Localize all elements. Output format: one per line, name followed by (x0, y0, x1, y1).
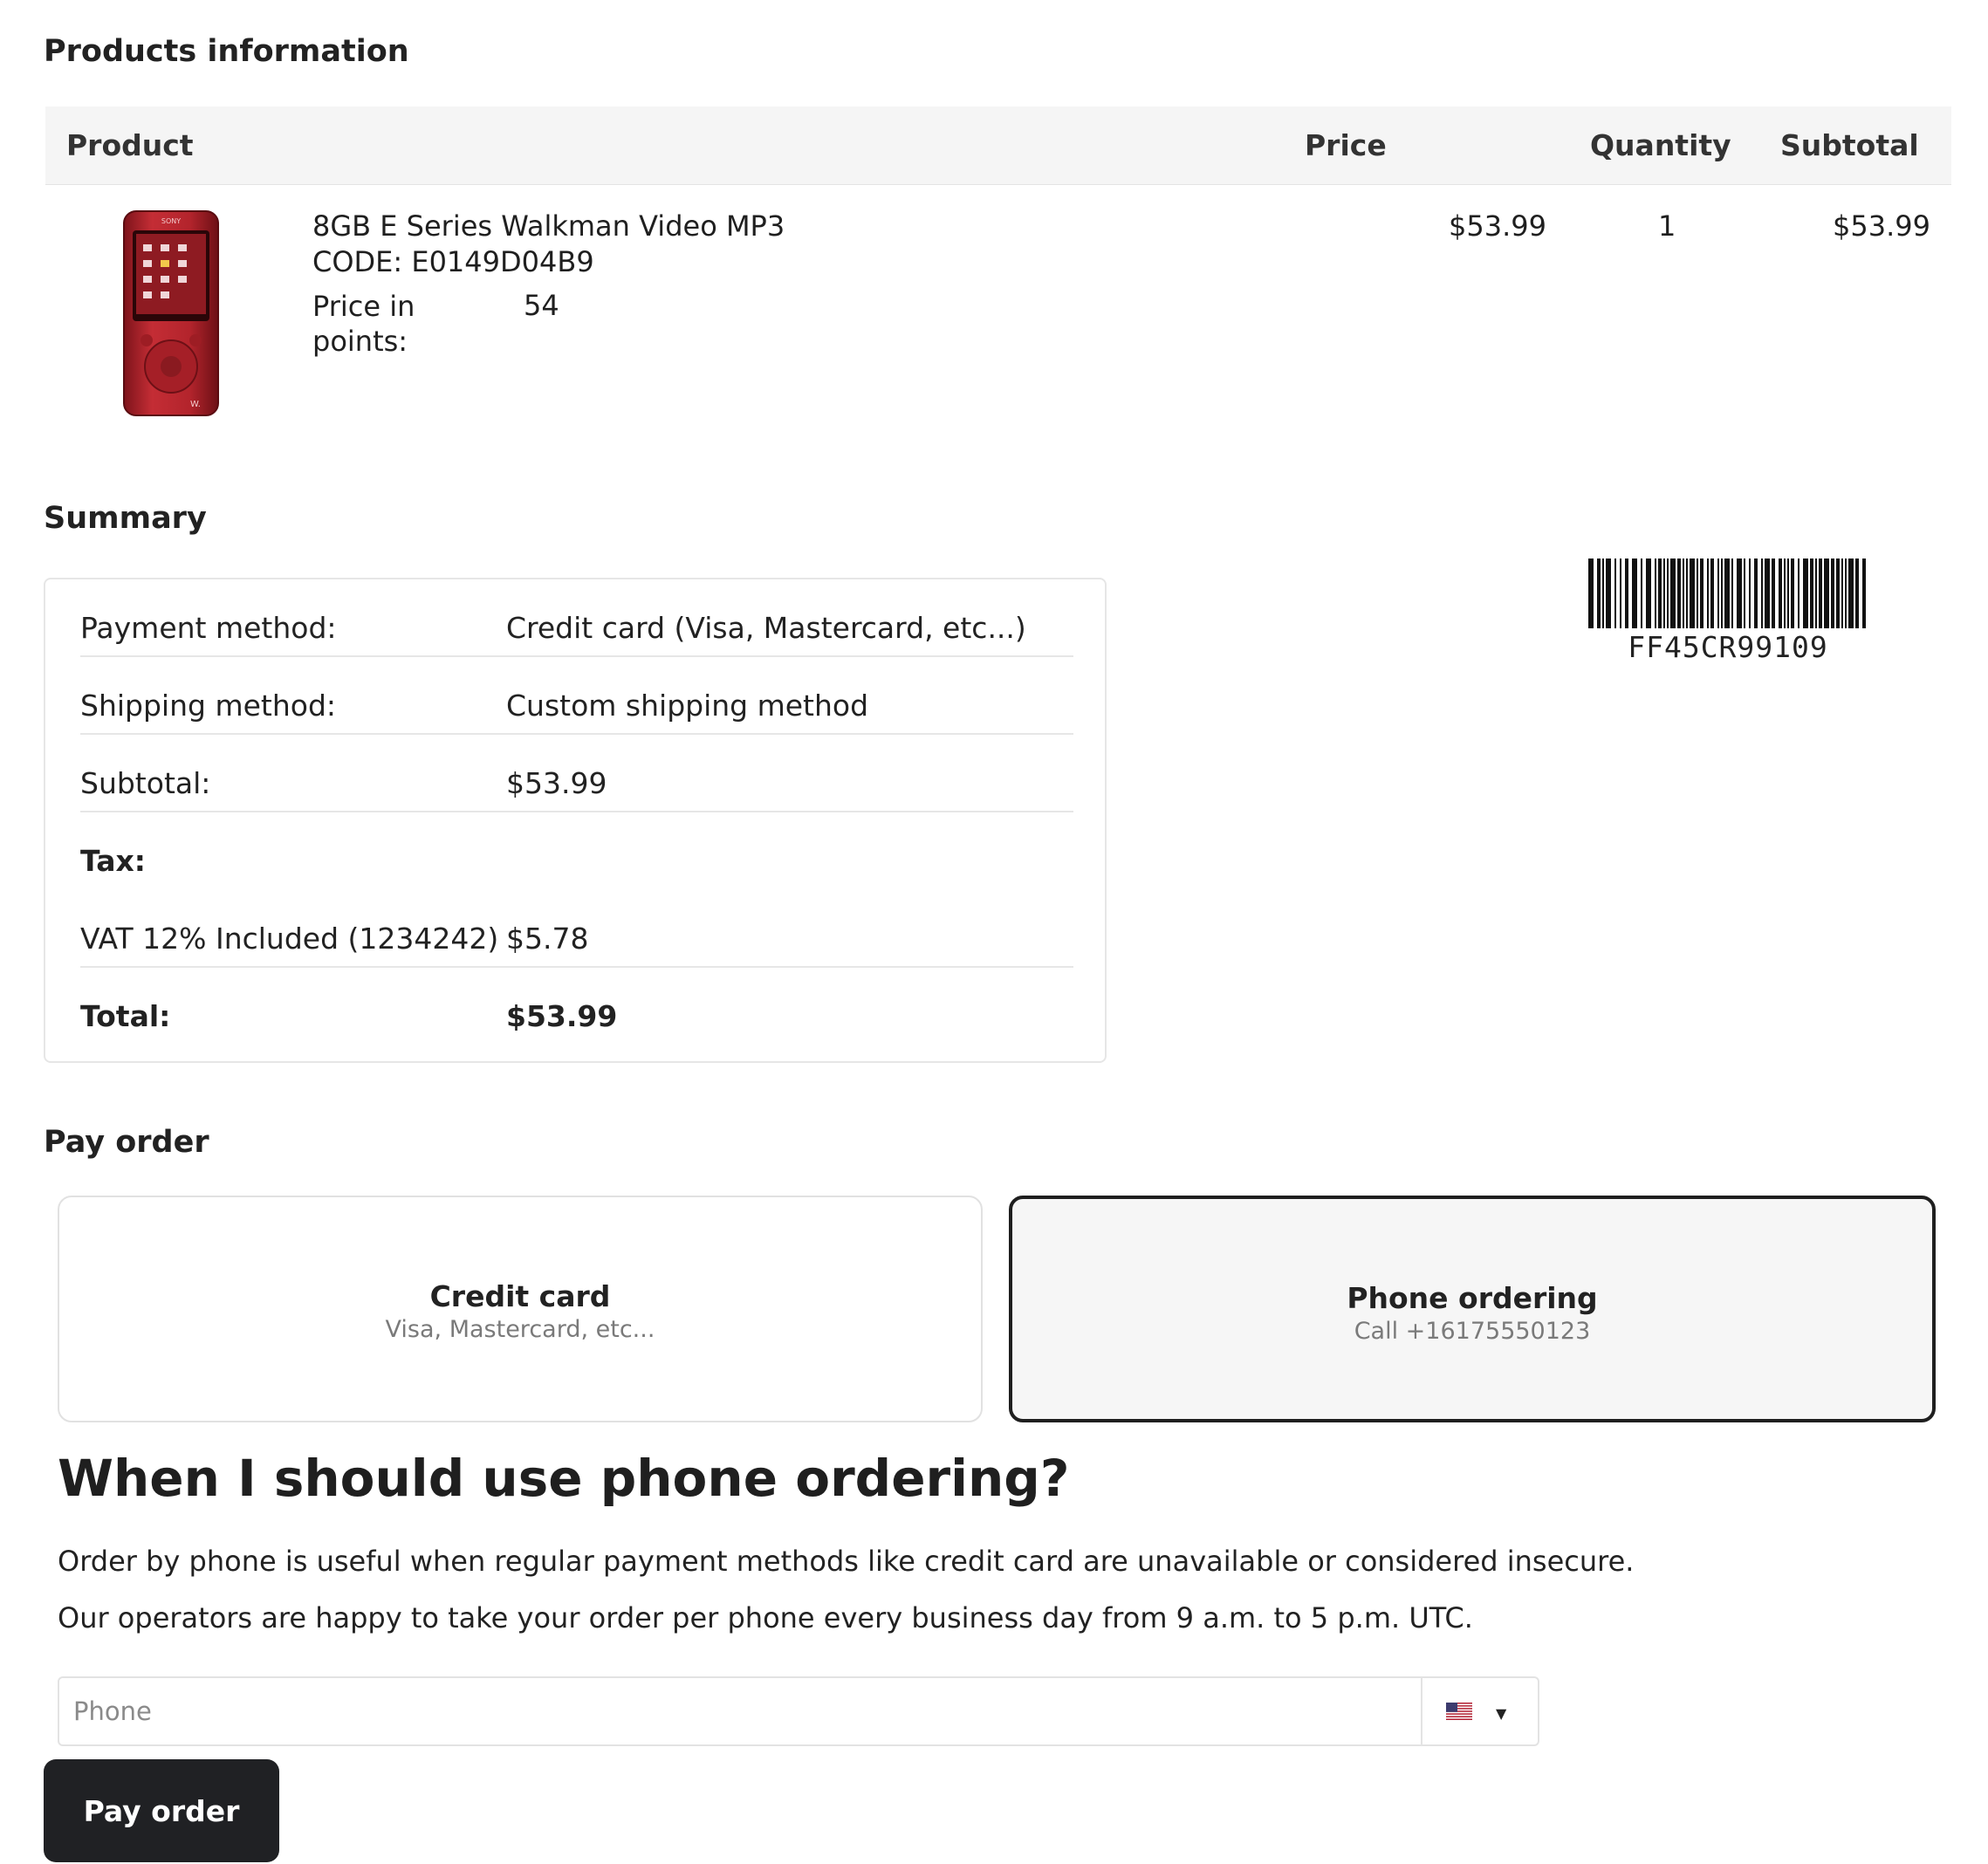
country-code-select[interactable]: ▼ (1421, 1678, 1538, 1744)
barcode-bars (1588, 559, 1866, 628)
column-header-subtotal: Subtotal (1780, 128, 1919, 162)
svg-text:W.: W. (190, 400, 201, 409)
us-flag-icon (1446, 1703, 1472, 1720)
summary-row-subtotal: Subtotal: $53.99 (80, 735, 1073, 812)
price-in-points-label: Price in points: (312, 290, 415, 358)
phone-ordering-hours-paragraph: Our operators are happy to take your ord… (58, 1601, 1473, 1634)
payment-option-credit-card[interactable]: Credit card Visa, Mastercard, etc... (58, 1196, 983, 1422)
subtotal-value: $53.99 (506, 766, 607, 800)
vat-value: $5.78 (506, 922, 589, 956)
phone-input[interactable] (59, 1678, 1421, 1744)
phone-ordering-option-title: Phone ordering (1347, 1281, 1598, 1315)
payment-method-label: Payment method: (80, 611, 337, 645)
products-section-title: Products information (44, 34, 409, 69)
product-price: $53.99 (1449, 209, 1546, 243)
total-label: Total: (80, 999, 171, 1033)
summary-box: Payment method: Credit card (Visa, Maste… (44, 578, 1107, 1063)
summary-row-shipping: Shipping method: Custom shipping method (80, 657, 1073, 735)
product-image[interactable]: SONY W. (122, 209, 220, 419)
payment-method-value: Credit card (Visa, Mastercard, etc...) (506, 611, 1026, 645)
summary-row-total: Total: $53.99 (80, 968, 1073, 1045)
pay-order-button[interactable]: Pay order (44, 1759, 279, 1862)
product-subtotal: $53.99 (1833, 209, 1930, 243)
credit-card-option-title: Credit card (429, 1279, 611, 1313)
phone-ordering-option-subtitle: Call +16175550123 (1354, 1318, 1591, 1345)
phone-field: ▼ (58, 1676, 1539, 1746)
pay-order-title: Pay order (44, 1125, 209, 1160)
summary-row-vat: VAT 12% Included (1234242) $5.78 (80, 890, 1073, 968)
column-header-price: Price (1305, 128, 1387, 162)
summary-row-tax: Tax: (80, 812, 1073, 890)
products-table-header: Product Price Quantity Subtotal (45, 106, 1951, 185)
barcode-text: FF45CR99109 (1628, 630, 1828, 664)
shipping-method-value: Custom shipping method (506, 689, 869, 723)
shipping-method-label: Shipping method: (80, 689, 337, 723)
order-barcode: FF45CR99109 (1588, 559, 1868, 664)
phone-ordering-info-paragraph: Order by phone is useful when regular pa… (58, 1545, 1635, 1578)
credit-card-option-subtitle: Visa, Mastercard, etc... (385, 1316, 655, 1343)
subtotal-label: Subtotal: (80, 766, 211, 800)
product-code: CODE: E0149D04B9 (312, 245, 594, 278)
product-brand-text: SONY (161, 217, 181, 225)
tax-label: Tax: (80, 844, 147, 878)
red-mp3-player-image: SONY W. (123, 210, 219, 416)
summary-row-payment: Payment method: Credit card (Visa, Maste… (80, 579, 1073, 657)
total-value: $53.99 (506, 999, 618, 1033)
summary-title: Summary (44, 501, 207, 536)
column-header-product: Product (66, 128, 194, 162)
product-name[interactable]: 8GB E Series Walkman Video MP3 (312, 209, 785, 243)
phone-ordering-info-heading: When I should use phone ordering? (58, 1449, 1070, 1508)
products-table: Product Price Quantity Subtotal (45, 106, 1951, 185)
payment-option-phone-ordering[interactable]: Phone ordering Call +16175550123 (1009, 1196, 1936, 1422)
product-quantity: 1 (1658, 209, 1676, 243)
price-in-points-value: 54 (524, 289, 559, 322)
chevron-down-icon: ▼ (1496, 1705, 1507, 1722)
vat-label: VAT 12% Included (1234242) (80, 922, 499, 956)
column-header-quantity: Quantity (1590, 128, 1731, 162)
